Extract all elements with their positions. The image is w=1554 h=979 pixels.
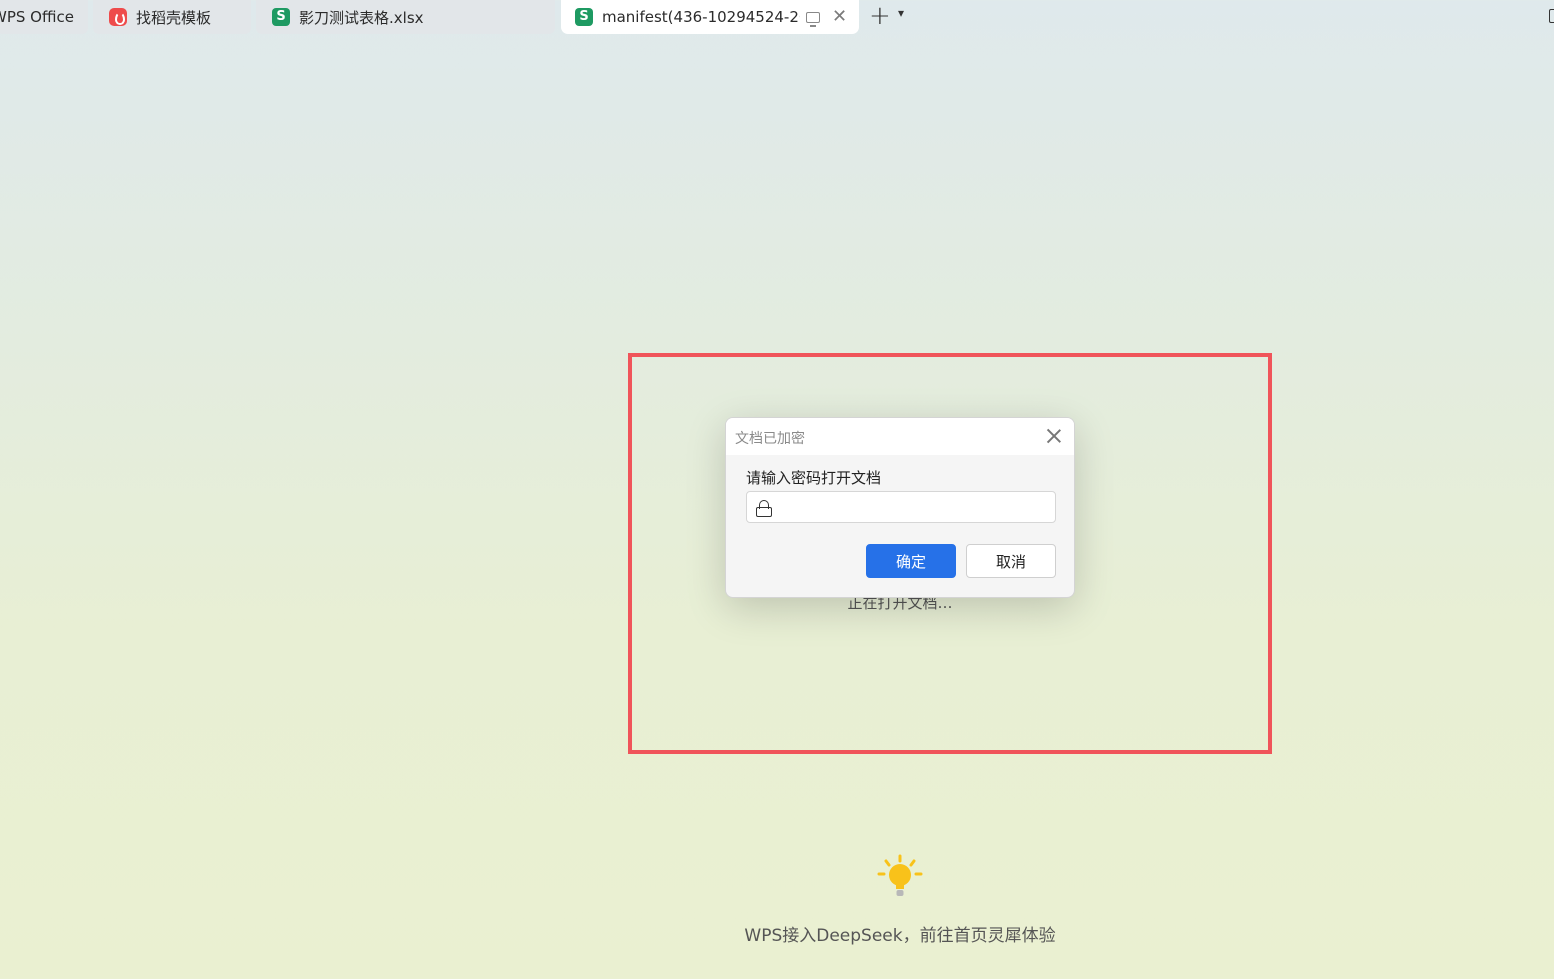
monitor-icon[interactable] <box>806 11 820 27</box>
window-edge-icon[interactable] <box>1549 9 1554 23</box>
tab-label: 影刀测试表格.xlsx <box>299 8 424 27</box>
lock-icon <box>756 500 772 517</box>
tab-wps-office[interactable]: WPS Office <box>0 0 88 34</box>
tab-daoke-templates[interactable]: 找稻壳模板 <box>93 0 251 34</box>
dialog-header: 文档已加密 <box>726 418 1074 455</box>
encrypted-document-dialog: 文档已加密 请输入密码打开文档 确定 取消 <box>725 417 1075 598</box>
password-field[interactable] <box>746 491 1056 523</box>
dialog-title: 文档已加密 <box>735 431 805 447</box>
cancel-button[interactable]: 取消 <box>966 544 1056 578</box>
chevron-down-icon[interactable]: ▾ <box>898 6 904 20</box>
tab-bar: WPS Office 找稻壳模板 S 影刀测试表格.xlsx S manifes… <box>0 0 1554 36</box>
lightbulb-icon <box>877 854 923 896</box>
tab-test-spreadsheet[interactable]: S 影刀测试表格.xlsx <box>256 0 555 34</box>
daoke-icon <box>109 8 127 26</box>
new-tab-button[interactable]: + <box>869 3 891 29</box>
password-input[interactable] <box>781 492 1051 522</box>
tab-label: manifest(436-10294524-20 <box>602 8 800 26</box>
spreadsheet-s-icon: S <box>272 8 290 26</box>
tab-label: 找稻壳模板 <box>136 8 212 27</box>
dialog-prompt: 请输入密码打开文档 <box>746 469 882 487</box>
spreadsheet-s-icon: S <box>575 8 593 26</box>
confirm-button[interactable]: 确定 <box>866 544 956 578</box>
close-icon[interactable] <box>1045 427 1063 445</box>
deepseek-tip[interactable]: WPS接入DeepSeek，前往首页灵犀体验 <box>744 921 1055 946</box>
tab-label: WPS Office <box>0 8 74 26</box>
tab-manifest[interactable]: S manifest(436-10294524-20 ✕ <box>561 0 859 34</box>
tab-close-icon[interactable]: ✕ <box>832 8 847 26</box>
